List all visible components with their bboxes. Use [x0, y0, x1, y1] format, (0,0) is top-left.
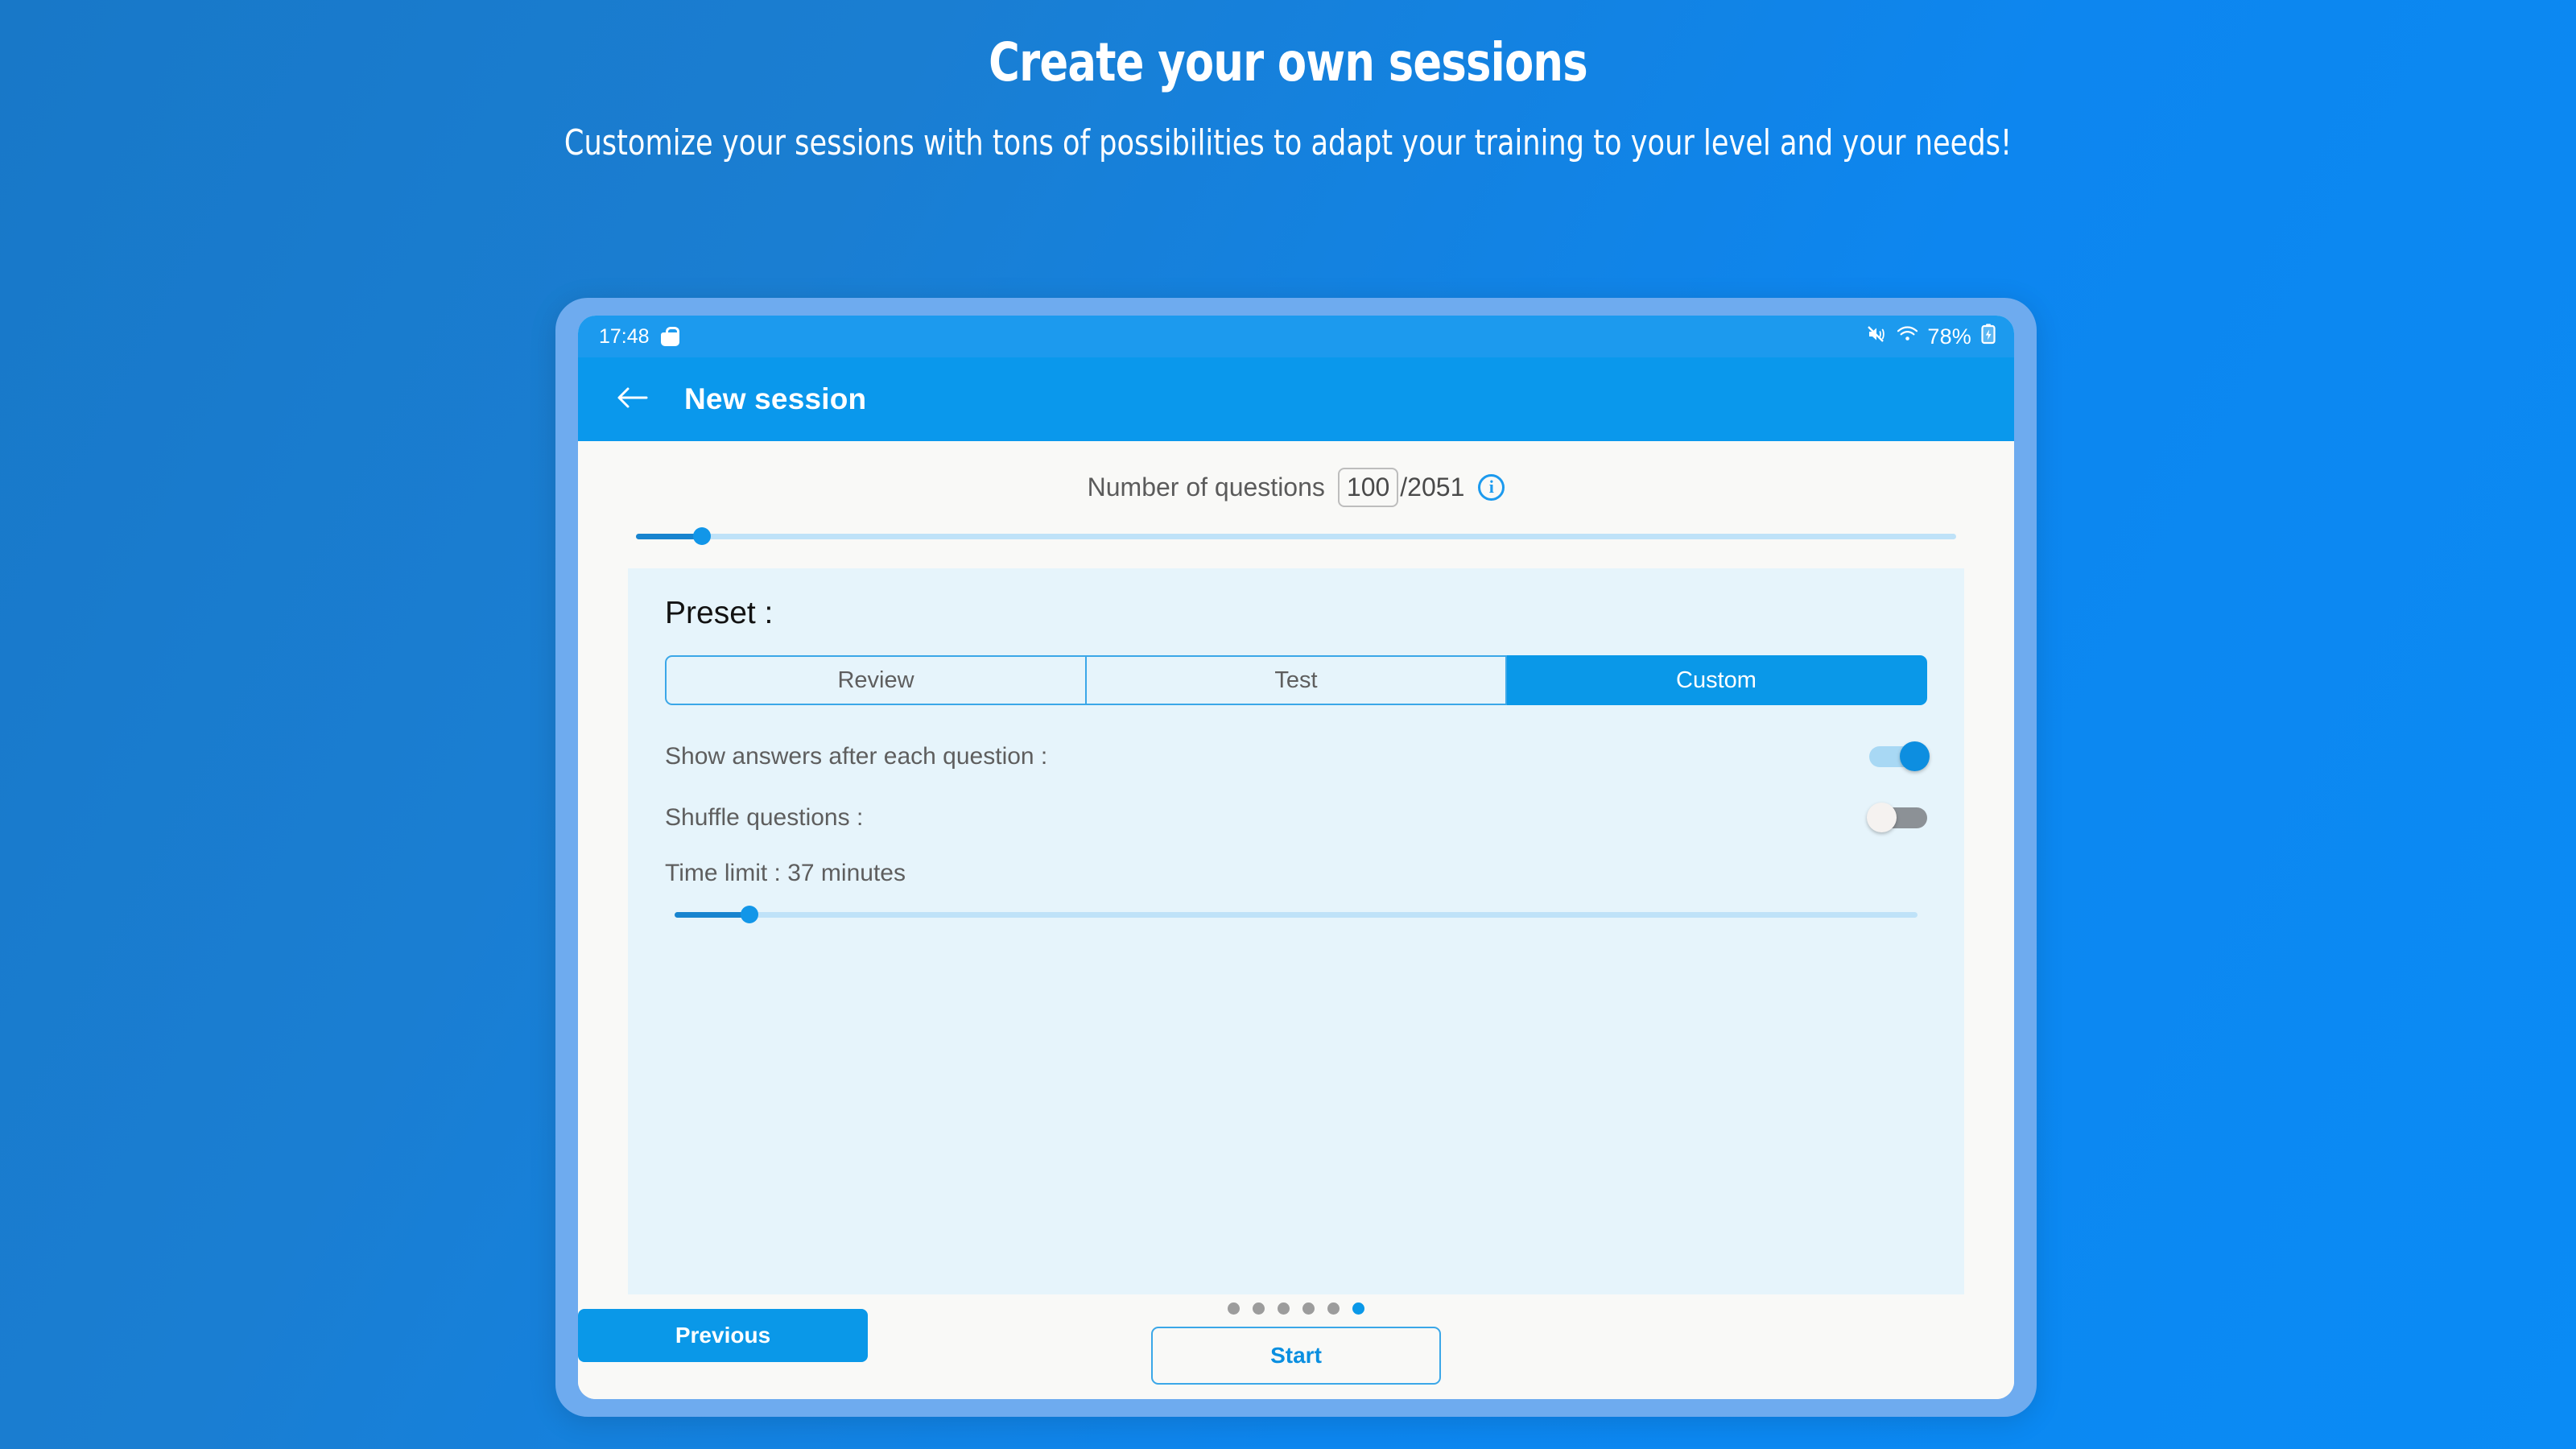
promo-subtitle: Customize your sessions with tons of pos…: [564, 122, 2013, 164]
page-dot[interactable]: [1278, 1302, 1290, 1315]
toggle-thumb: [1867, 803, 1897, 832]
app-bar: New session: [578, 357, 2014, 441]
info-icon[interactable]: i: [1478, 473, 1505, 501]
status-bar: 17:48 78%: [578, 316, 2014, 357]
shopping-bag-icon: [660, 327, 679, 346]
time-limit-label: Time limit : 37 minutes: [665, 860, 906, 886]
slider-thumb[interactable]: [740, 906, 758, 923]
option-row-show-answers: Show answers after each question :: [665, 726, 1930, 787]
promo-header: Create your own sessions Customize your …: [0, 0, 2576, 167]
question-count-slider[interactable]: [636, 526, 1956, 546]
shuffle-questions-label: Shuffle questions :: [665, 804, 864, 831]
slider-thumb[interactable]: [693, 527, 711, 545]
preset-option-test[interactable]: Test: [1087, 655, 1507, 705]
page-indicator-dots: [1228, 1302, 1364, 1315]
toggle-thumb: [1900, 741, 1930, 771]
question-count-row: Number of questions 100 /2051 i: [578, 462, 2014, 512]
battery-charging-icon: [1980, 323, 1996, 350]
option-row-shuffle: Shuffle questions :: [665, 787, 1927, 848]
question-count-label: Number of questions: [1087, 472, 1325, 502]
tablet-device-frame: 17:48 78% New session Number of question…: [555, 298, 2037, 1417]
preset-segmented-control: Review Test Custom: [665, 655, 1927, 705]
session-config-body: Number of questions 100 /2051 i Preset :…: [578, 441, 2014, 1399]
battery-percent-label: 78%: [1927, 324, 1971, 349]
slider-track: [636, 533, 1956, 539]
show-answers-label: Show answers after each question :: [665, 743, 1048, 770]
status-bar-left: 17:48: [599, 325, 679, 349]
question-count-total: /2051: [1400, 472, 1465, 502]
page-dot[interactable]: [1352, 1302, 1364, 1315]
preset-label: Preset :: [665, 596, 774, 630]
previous-button[interactable]: Previous: [578, 1309, 868, 1362]
promo-title: Create your own sessions: [989, 31, 1587, 93]
slider-fill: [636, 533, 702, 539]
page-dot[interactable]: [1253, 1302, 1265, 1315]
back-arrow-icon[interactable]: [617, 385, 649, 415]
page-dot[interactable]: [1228, 1302, 1240, 1315]
page-dot[interactable]: [1302, 1302, 1315, 1315]
volume-muted-icon: [1867, 324, 1888, 349]
tablet-screen: 17:48 78% New session Number of question…: [578, 316, 2014, 1399]
time-limit-slider[interactable]: [675, 905, 1918, 924]
page-dot[interactable]: [1327, 1302, 1340, 1315]
shuffle-questions-toggle[interactable]: [1867, 803, 1927, 832]
wifi-icon: [1897, 325, 1918, 349]
page-title: New session: [684, 382, 867, 415]
slider-fill: [675, 911, 749, 918]
preset-option-review[interactable]: Review: [665, 655, 1087, 705]
status-clock: 17:48: [599, 324, 650, 348]
show-answers-toggle[interactable]: [1869, 741, 1930, 771]
preset-card: Preset : Review Test Custom Show answers…: [628, 568, 1964, 1294]
preset-option-custom[interactable]: Custom: [1507, 655, 1927, 705]
start-button[interactable]: Start: [1151, 1327, 1441, 1385]
bottom-action-bar: Previous Start: [578, 1294, 2014, 1399]
question-count-input[interactable]: 100: [1337, 467, 1399, 507]
status-bar-right: 78%: [1867, 323, 1996, 350]
slider-track: [675, 911, 1918, 918]
